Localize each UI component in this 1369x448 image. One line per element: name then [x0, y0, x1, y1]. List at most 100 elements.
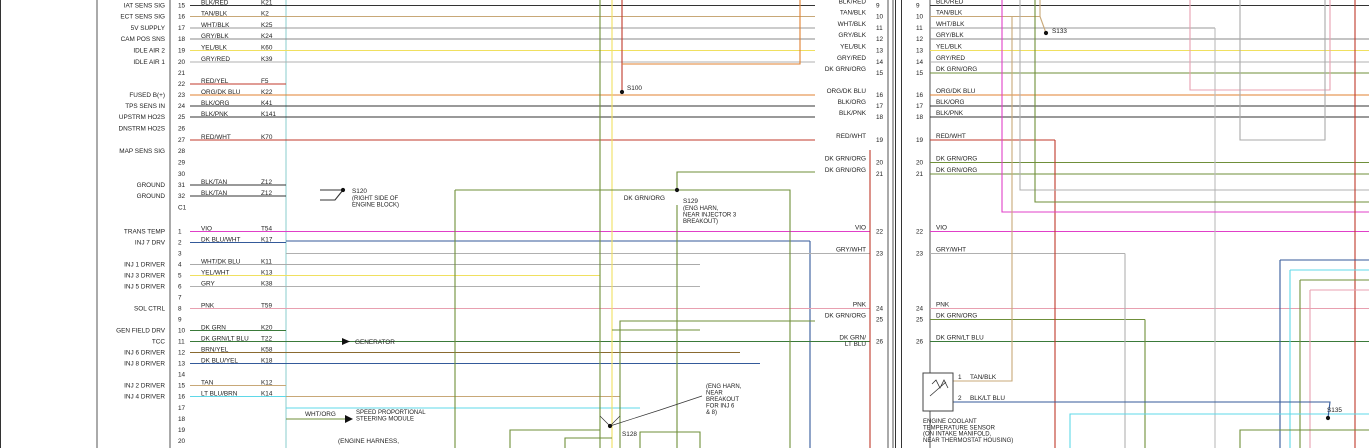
pcm-pin-number: 5: [178, 273, 182, 280]
pcm-pin-signal: DNSTRM HO2S: [118, 126, 165, 133]
harness-note: (ENGINE HARNESS,: [338, 438, 399, 445]
pcm-pin-number: 25: [178, 114, 186, 121]
splice-label-s135: S135: [1327, 407, 1342, 414]
pcm-circuit-id: K38: [261, 281, 273, 288]
pcm-pin-signal: FUSED B(+): [129, 92, 165, 99]
generator-label: GENERATOR: [355, 339, 395, 346]
connector-pin-number: 23: [876, 251, 884, 258]
pcm-wire-color: LT BLU/BRN: [201, 391, 238, 398]
panel-b-pin-number: 22: [916, 229, 924, 236]
pcm-pin-number: 26: [178, 126, 186, 133]
connector-wire-color: DK GRN/ORG: [825, 167, 866, 174]
panel-b-pin-number: 26: [916, 339, 924, 346]
connector-pin-number: 9: [876, 3, 880, 10]
connector-wire-color: YEL/BLK: [840, 44, 867, 51]
pcm-circuit-id: K58: [261, 347, 273, 354]
panel-b-wire-color: GRY/RED: [936, 55, 965, 62]
connector-wire-color: BLK/RED: [839, 0, 867, 6]
panel-b-pin-number: 12: [916, 36, 924, 43]
splice-dot-s129: [674, 187, 680, 193]
pcm-pin-signal: INJ 3 DRIVER: [124, 273, 165, 280]
sensor-pin-1-wire: TAN/BLK: [970, 374, 997, 381]
panel-b-pin-number: 23: [916, 251, 924, 258]
connector-wire-color: BLK/ORG: [838, 99, 866, 106]
pcm-circuit-id: K25: [261, 22, 273, 29]
sensor-wire-2: [953, 401, 1331, 419]
panel-b-wire-color: RED/WHT: [936, 133, 966, 140]
pcm-pin-signal: INJ 5 DRIVER: [124, 284, 165, 291]
pcm-pin-signal: INJ 1 DRIVER: [124, 262, 165, 269]
ground-wire-s120: [320, 189, 345, 201]
panel-b-pin-number: 9: [916, 3, 920, 10]
connector-pin-number: 21: [876, 171, 884, 178]
pcm-wire-color: DK BLU/YEL: [201, 358, 238, 365]
panel-b-pin-number: 10: [916, 14, 924, 21]
panel-b-wire-color: DK GRN/ORG: [936, 313, 977, 320]
pcm-circuit-id: K60: [261, 45, 273, 52]
connector-wire-color: ORG/DK BLU: [827, 88, 867, 95]
pcm-pin-signal: IDLE AIR 2: [133, 48, 165, 55]
connector-pin-number: 11: [876, 25, 883, 32]
panel-b-wire-color: DK GRN/LT BLU: [936, 335, 984, 342]
pcm-pin-number: 7: [178, 295, 182, 302]
pcm-circuit-id: K18: [261, 358, 273, 365]
pcm-circuit-id: K41: [261, 100, 273, 107]
panel-b-pin-number: 11: [916, 25, 923, 32]
connector-wire-color: GRY/WHT: [836, 247, 866, 254]
panel-b-wire-color: GRY/BLK: [936, 32, 964, 39]
splice-note-s120: (RIGHT SIDE OF ENGINE BLOCK): [352, 196, 399, 209]
panel-b-pin-number: 25: [916, 317, 924, 324]
connector-wire-color: TAN/BLK: [840, 10, 867, 17]
splice-label-s129: S129: [683, 198, 698, 205]
pcm-circuit-id: T22: [261, 336, 272, 343]
pcm-wire-color: BLK/ORG: [201, 100, 229, 107]
pcm-pin-number: 12: [178, 350, 186, 357]
connector-pin-number: 12: [876, 36, 884, 43]
splice-note-s129: (ENG HARN, NEAR INJECTOR 3 BREAKOUT): [683, 206, 737, 225]
coolant-sensor-box: [922, 372, 954, 412]
panel-b-grn-bottom: [1239, 429, 1369, 448]
pcm-pin-number: 15: [178, 383, 186, 390]
panel-b-pin-number: 15: [916, 70, 924, 77]
pcm-pin-number: 31: [178, 182, 186, 189]
pcm-circuit-id: K11: [261, 259, 272, 266]
pcm-pin-number: 13: [178, 361, 186, 368]
pcm-wire-color: BLK/RED: [201, 0, 229, 7]
splice-dot-s128: [607, 423, 613, 429]
pcm-pin-signal: GROUND: [137, 182, 166, 189]
panel-b-pnk-loop: [1189, 0, 1331, 91]
pcm-pin-number: 28: [178, 148, 186, 155]
pcm-circuit-id: K24: [261, 33, 273, 40]
pcm-pin-number: 30: [178, 171, 186, 178]
pcm-pin-number: 17: [178, 25, 186, 32]
steering-arrow-icon: [345, 415, 353, 423]
splice-note-s128: (ENG HARN, NEAR BREAKOUT FOR INJ 6 & 8): [706, 384, 742, 416]
connector-pin-number: 20: [876, 160, 884, 167]
pcm-circuit-id: K21: [261, 0, 273, 7]
splice-dot-s100: [619, 89, 625, 95]
pcm-pin-number: 29: [178, 160, 186, 167]
connector-pin-number: 18: [876, 114, 884, 121]
connector-pin-number: 19: [876, 137, 884, 144]
pcm-circuit-id: K2: [261, 11, 269, 18]
panel-a-frame: [0, 0, 896, 448]
pcm-pin-signal: INJ 8 DRIVER: [124, 361, 165, 368]
pcm-wire-color: BLK/TAN: [201, 190, 228, 197]
pcm-pin-number: 3: [178, 251, 182, 258]
coolant-sensor-label: ENGINE COOLANT TEMPERATURE SENSOR (ON INTA…: [923, 419, 1013, 444]
pcm-pin-signal: GEN FIELD DRV: [116, 328, 166, 335]
connector-wire-color: VIO: [855, 225, 866, 232]
pcm-circuit-id: K20: [261, 325, 273, 332]
pcm-circuit-id: Z12: [261, 190, 272, 197]
pcm-pin-number: 16: [178, 394, 186, 401]
pcm-pin-signal: IDLE AIR 1: [133, 59, 165, 66]
pcm-wire-color: DK GRN/LT BLU: [201, 336, 249, 343]
pcm-pin-signal: SOL CTRL: [134, 306, 165, 313]
pcm-wire-color: BRN/YEL: [201, 347, 229, 354]
connector-pin-number: 22: [876, 229, 884, 236]
connector-wire-color: DK GRN/ORG: [825, 156, 866, 163]
pcm-wire-color: TAN: [201, 380, 214, 387]
panel-b-pin-number: 21: [916, 171, 924, 178]
pcm-pin-signal: TRANS TEMP: [124, 229, 165, 236]
pcm-pin-number: 1: [178, 229, 182, 236]
